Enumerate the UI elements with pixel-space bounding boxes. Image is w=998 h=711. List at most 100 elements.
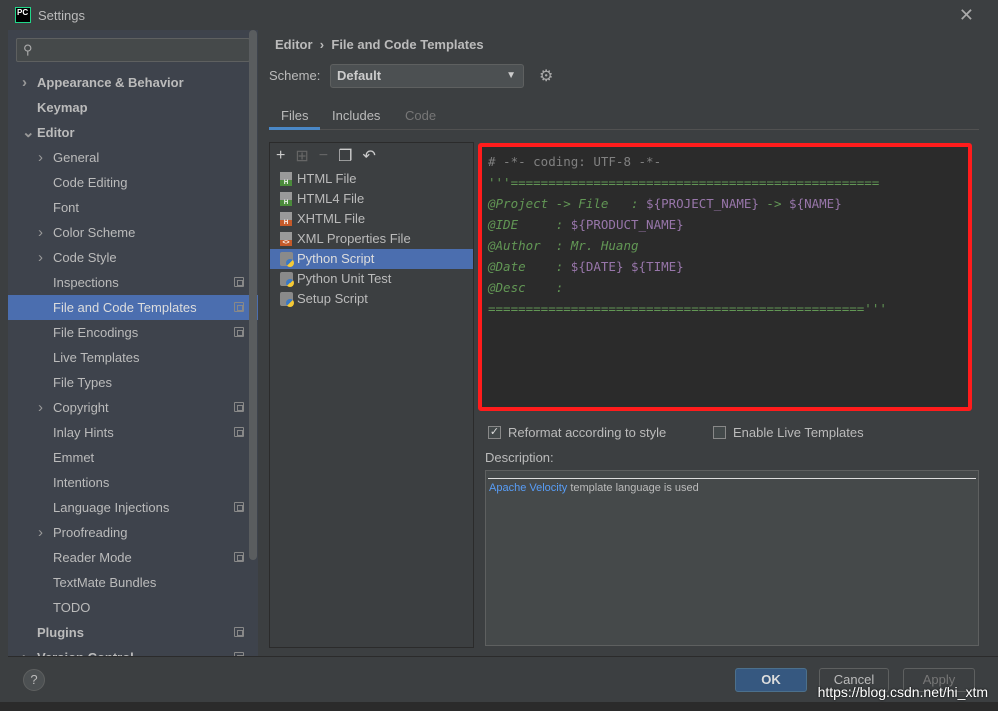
sidebar-item-label: File and Code Templates: [53, 300, 197, 315]
template-code-editor[interactable]: # -*- coding: UTF-8 -*- '''==============…: [478, 143, 972, 411]
sidebar-item[interactable]: File Encodings: [8, 320, 258, 345]
checkbox-checked-icon: ✓: [488, 426, 501, 439]
code-token: @IDE :: [488, 217, 571, 232]
template-list-item[interactable]: Python Script: [270, 249, 473, 269]
code-line: @IDE : ${PRODUCT_NAME}: [488, 214, 962, 235]
close-icon[interactable]: ✕: [959, 5, 974, 26]
template-label: Setup Script: [297, 291, 368, 306]
settings-sidebar: ⚲ › Appearance & Behavior Keymap ⌄ Editor › Ge…: [8, 30, 258, 656]
code-line: @Date : ${DATE} ${TIME}: [488, 256, 962, 277]
breadcrumb: Editor › File and Code Templates: [275, 37, 484, 52]
code-token: ${PRODUCT_NAME}: [570, 217, 684, 232]
template-list-item[interactable]: Setup Script: [270, 289, 473, 309]
code-token: ${TIME}: [631, 259, 684, 274]
chevron-right-icon[interactable]: ›: [22, 645, 27, 656]
sidebar-item[interactable]: Emmet: [8, 445, 258, 470]
copy-icon[interactable]: ❐: [338, 146, 352, 166]
template-toolbar: + ⊞ − ❐ ↶: [270, 143, 473, 169]
sidebar-item-label: File Types: [53, 375, 113, 390]
chevron-right-icon[interactable]: ›: [38, 245, 43, 270]
sidebar-item[interactable]: Intentions: [8, 470, 258, 495]
sidebar-item[interactable]: › Version Control: [8, 645, 258, 656]
sidebar-item[interactable]: Live Templates: [8, 345, 258, 370]
scheme-select[interactable]: Default ▼: [330, 64, 524, 88]
sidebar-item[interactable]: Inlay Hints: [8, 420, 258, 445]
code-line: # -*- coding: UTF-8 -*-: [488, 151, 962, 172]
settings-tree: › Appearance & Behavior Keymap ⌄ Editor › Gene…: [8, 70, 258, 656]
code-token: ========================================…: [488, 301, 865, 316]
live-templates-checkbox[interactable]: Enable Live Templates: [713, 425, 864, 440]
chevron-right-icon[interactable]: ›: [38, 145, 43, 170]
sidebar-item[interactable]: File and Code Templates: [8, 295, 258, 320]
reset-icon[interactable]: ↶: [362, 146, 375, 166]
tab-files[interactable]: Files: [269, 104, 321, 130]
sidebar-item-label: Plugins: [37, 625, 84, 640]
template-label: HTML4 File: [297, 191, 365, 206]
sidebar-item[interactable]: › Code Style: [8, 245, 258, 270]
sidebar-item[interactable]: › Copyright: [8, 395, 258, 420]
code-line: ========================================…: [488, 298, 962, 319]
sidebar-item[interactable]: Font: [8, 195, 258, 220]
settings-search-input[interactable]: ⚲: [16, 38, 250, 62]
chevron-right-icon[interactable]: ›: [38, 395, 43, 420]
title-bar: PC Settings ✕: [0, 0, 998, 30]
sidebar-item[interactable]: TextMate Bundles: [8, 570, 258, 595]
template-list-item[interactable]: H HTML File: [270, 169, 473, 189]
sidebar-item-label: Emmet: [53, 450, 95, 465]
sidebar-item[interactable]: Keymap: [8, 95, 258, 120]
remove-icon: −: [318, 147, 329, 164]
code-token: # -*- coding: UTF-8 -*-: [488, 154, 662, 169]
project-scope-icon: [234, 302, 244, 312]
code-token: @Author : Mr. Huang: [488, 238, 639, 253]
chevron-right-icon[interactable]: ›: [38, 220, 43, 245]
chevron-down-icon[interactable]: ⌄: [22, 120, 35, 145]
project-scope-icon: [234, 277, 244, 287]
help-button[interactable]: ?: [23, 669, 45, 691]
sidebar-item-label: Inspections: [53, 275, 119, 290]
add-icon[interactable]: +: [276, 147, 285, 165]
sidebar-item-label: Version Control: [37, 645, 134, 656]
template-label: XML Properties File: [297, 231, 411, 246]
sidebar-item[interactable]: › General: [8, 145, 258, 170]
search-icon: ⚲: [23, 42, 33, 57]
tab-code: Code: [405, 108, 437, 123]
reformat-label: Reformat according to style: [508, 425, 667, 440]
tab-includes[interactable]: Includes: [320, 104, 392, 130]
sidebar-item[interactable]: File Types: [8, 370, 258, 395]
ok-button[interactable]: OK: [735, 668, 807, 692]
sidebar-item[interactable]: Language Injections: [8, 495, 258, 520]
sidebar-item[interactable]: ⌄ Editor: [8, 120, 258, 145]
sidebar-scrollbar[interactable]: [249, 30, 257, 560]
sidebar-item[interactable]: Reader Mode: [8, 545, 258, 570]
sidebar-item-label: File Encodings: [53, 325, 139, 340]
sidebar-item[interactable]: Code Editing: [8, 170, 258, 195]
sidebar-item[interactable]: › Appearance & Behavior: [8, 70, 258, 95]
python-file-icon: [280, 252, 294, 267]
sidebar-item[interactable]: Inspections: [8, 270, 258, 295]
sidebar-item[interactable]: › Color Scheme: [8, 220, 258, 245]
sidebar-item-label: Copyright: [53, 400, 109, 415]
background-strip: [0, 702, 998, 711]
live-templates-label: Enable Live Templates: [733, 425, 864, 440]
gear-icon[interactable]: ⚙: [539, 66, 553, 86]
template-list-item[interactable]: H XHTML File: [270, 209, 473, 229]
chevron-right-icon[interactable]: ›: [38, 520, 43, 545]
template-list-item[interactable]: <> XML Properties File: [270, 229, 473, 249]
python-file-icon: [280, 292, 294, 307]
reformat-checkbox[interactable]: ✓ Reformat according to style: [488, 425, 666, 440]
code-line: @Project -> File : ${PROJECT_NAME} -> ${…: [488, 193, 962, 214]
sidebar-item-label: Keymap: [37, 100, 88, 115]
apache-velocity-link[interactable]: Apache Velocity: [489, 482, 567, 494]
main-panel: Editor › File and Code Templates Scheme:…: [258, 30, 998, 656]
template-list-item[interactable]: Python Unit Test: [270, 269, 473, 289]
project-scope-icon: [234, 402, 244, 412]
template-label: HTML File: [297, 171, 357, 186]
sidebar-item[interactable]: TODO: [8, 595, 258, 620]
sidebar-item-label: Code Style: [53, 250, 117, 265]
sidebar-item[interactable]: › Proofreading: [8, 520, 258, 545]
chevron-right-icon[interactable]: ›: [22, 70, 27, 95]
template-tabs: Files Includes Code: [269, 104, 979, 130]
sidebar-item[interactable]: Plugins: [8, 620, 258, 645]
template-list-item[interactable]: H HTML4 File: [270, 189, 473, 209]
template-label: Python Script: [297, 251, 375, 266]
